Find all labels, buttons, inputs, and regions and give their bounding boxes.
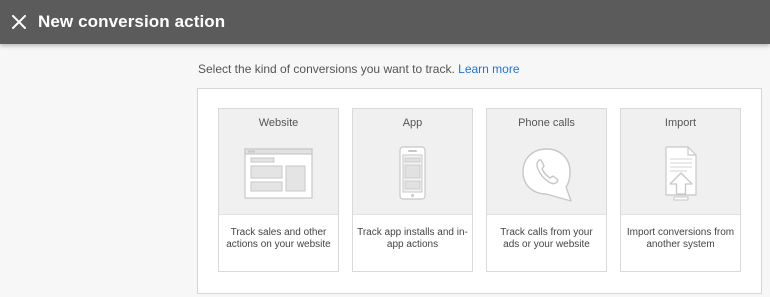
learn-more-link[interactable]: Learn more bbox=[458, 62, 519, 76]
website-icon bbox=[244, 148, 313, 199]
option-description: Track app installs and in-app actions bbox=[357, 227, 468, 250]
close-button[interactable] bbox=[1, 4, 37, 40]
phone-call-icon bbox=[522, 148, 572, 202]
instructions-text: Select the kind of conversions you want … bbox=[198, 62, 455, 76]
option-description: Track calls from your ads or your websit… bbox=[500, 227, 593, 250]
instructions: Select the kind of conversions you want … bbox=[198, 62, 520, 76]
card-header: Phone calls bbox=[487, 109, 606, 215]
page-title: New conversion action bbox=[38, 12, 226, 31]
card-header: App bbox=[353, 109, 472, 215]
option-card-phone-calls[interactable]: Phone calls Track calls from your ads or… bbox=[486, 108, 607, 272]
option-title: App bbox=[402, 117, 423, 129]
option-title: Phone calls bbox=[518, 117, 575, 129]
card-header: Import bbox=[621, 109, 740, 215]
card-header: Website bbox=[219, 109, 338, 215]
close-icon bbox=[12, 15, 26, 29]
option-card-app[interactable]: App Track app installs and in-app action… bbox=[352, 108, 473, 272]
option-description: Import conversions from another system bbox=[626, 227, 735, 250]
option-description: Track sales and other actions on your we… bbox=[226, 227, 331, 250]
option-title: Import bbox=[664, 117, 697, 129]
option-card-website[interactable]: Website Track sales and other actions on… bbox=[218, 108, 339, 272]
mobile-app-icon bbox=[399, 146, 426, 200]
header-bar: New conversion action bbox=[0, 0, 770, 44]
import-upload-icon bbox=[665, 146, 697, 201]
conversion-type-panel: Website Track sales and other actions on… bbox=[197, 88, 762, 294]
option-title: Website bbox=[258, 117, 299, 129]
option-card-import[interactable]: Import Import conversions from another s… bbox=[620, 108, 741, 272]
